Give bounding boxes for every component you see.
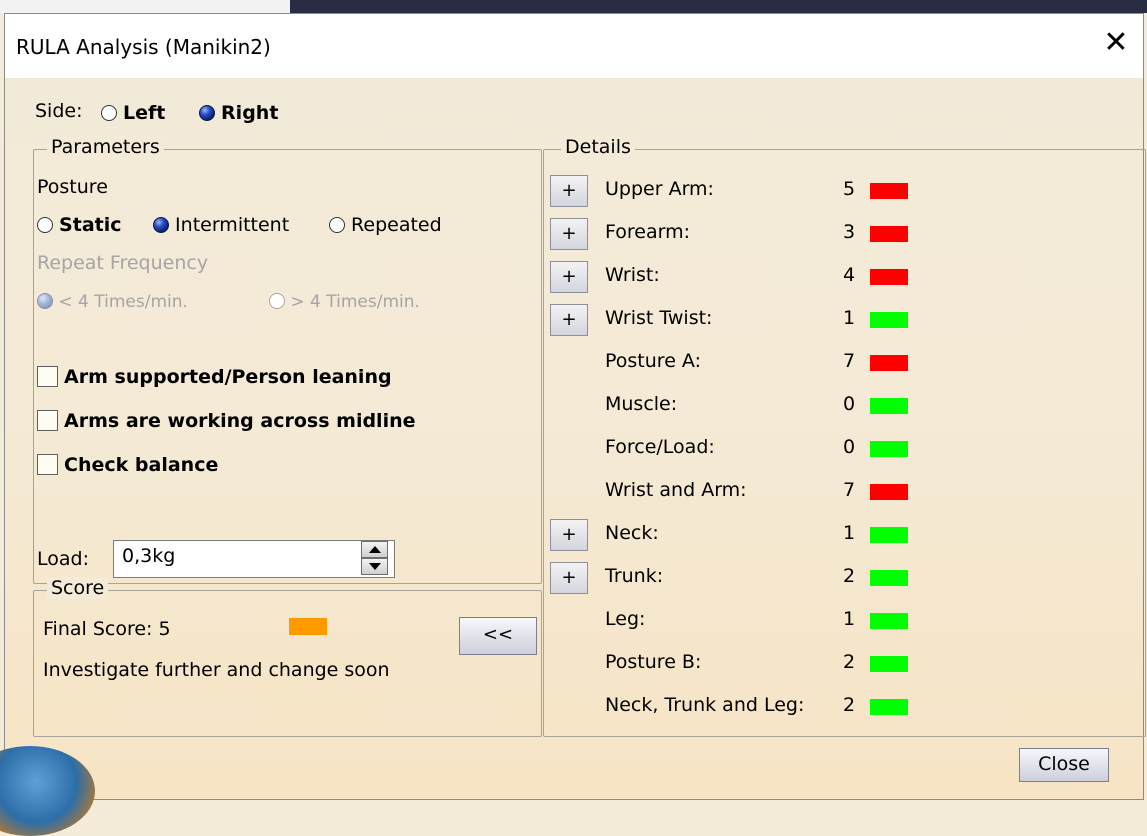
background-top-strip: [0, 0, 1147, 13]
posture-repeated-radio[interactable]: Repeated: [329, 214, 442, 236]
posture-label: Posture: [37, 176, 108, 198]
detail-label: Neck:: [605, 522, 659, 544]
check-balance-checkbox[interactable]: Check balance: [37, 454, 218, 476]
detail-score-swatch: [870, 484, 908, 500]
detail-label: Neck, Trunk and Leg:: [605, 694, 805, 716]
detail-value: 0: [843, 393, 856, 415]
posture-static-label: Static: [59, 214, 122, 236]
load-input[interactable]: 0,3kg: [113, 540, 395, 578]
repeat-less-label: < 4 Times/min.: [58, 292, 188, 312]
detail-score-swatch: [870, 269, 908, 285]
side-left-radio[interactable]: Left: [101, 102, 165, 124]
score-legend: Score: [47, 577, 109, 599]
detail-label: Wrist and Arm:: [605, 479, 747, 501]
checkbox-icon: [37, 366, 58, 387]
detail-label: Wrist:: [605, 264, 660, 286]
background-strip-light: [0, 0, 290, 13]
load-spinner[interactable]: [361, 541, 388, 576]
posture-static-radio[interactable]: Static: [37, 214, 122, 236]
posture-intermittent-radio[interactable]: Intermittent: [153, 214, 289, 236]
detail-value: 2: [843, 565, 856, 587]
detail-score-swatch: [870, 527, 908, 543]
radio-icon: [101, 105, 117, 121]
rula-dialog: RULA Analysis (Manikin2) ✕ Side: Left Ri…: [0, 13, 1146, 836]
midline-label: Arms are working across midline: [64, 410, 416, 432]
detail-score-swatch: [870, 398, 908, 414]
detail-value: 5: [843, 178, 856, 200]
expand-button[interactable]: +: [550, 519, 588, 551]
detail-score-swatch: [870, 656, 908, 672]
close-button[interactable]: Close: [1019, 748, 1109, 782]
detail-value: 2: [843, 694, 856, 716]
posture-repeated-label: Repeated: [351, 214, 442, 236]
score-message: Investigate further and change soon: [43, 659, 390, 681]
midline-checkbox[interactable]: Arms are working across midline: [37, 410, 416, 432]
expand-button[interactable]: +: [550, 304, 588, 336]
arm-supported-label: Arm supported/Person leaning: [64, 366, 392, 388]
close-icon[interactable]: ✕: [1101, 28, 1131, 58]
repeat-more-radio[interactable]: > 4 Times/min.: [269, 292, 420, 312]
radio-selected-icon: [153, 217, 169, 233]
radio-icon: [269, 293, 285, 309]
detail-label: Leg:: [605, 608, 646, 630]
detail-value: 4: [843, 264, 856, 286]
expand-button[interactable]: +: [550, 261, 588, 293]
checkbox-icon: [37, 410, 58, 431]
final-score-text: Final Score: 5: [43, 618, 171, 640]
expand-button[interactable]: +: [550, 175, 588, 207]
collapse-button[interactable]: <<: [459, 617, 537, 655]
radio-selected-icon: [199, 105, 215, 121]
dialog-title: RULA Analysis (Manikin2): [16, 35, 271, 59]
detail-value: 2: [843, 651, 856, 673]
arm-supported-checkbox[interactable]: Arm supported/Person leaning: [37, 366, 392, 388]
detail-score-swatch: [870, 183, 908, 199]
radio-icon: [329, 217, 345, 233]
detail-label: Force/Load:: [605, 436, 715, 458]
radio-selected-icon: [37, 293, 53, 309]
side-label: Side:: [35, 100, 83, 122]
detail-score-swatch: [870, 570, 908, 586]
spin-down-icon[interactable]: [361, 558, 388, 575]
repeat-frequency-label: Repeat Frequency: [37, 252, 209, 274]
detail-score-swatch: [870, 699, 908, 715]
detail-label: Wrist Twist:: [605, 307, 713, 329]
details-legend: Details: [561, 136, 635, 158]
load-label: Load:: [37, 548, 89, 570]
checkbox-icon: [37, 454, 58, 475]
catia-logo-fragment: [0, 746, 95, 836]
parameters-legend: Parameters: [47, 136, 164, 158]
title-bar: RULA Analysis (Manikin2) ✕: [5, 14, 1143, 78]
detail-label: Posture B:: [605, 651, 702, 673]
spin-up-icon[interactable]: [361, 541, 388, 558]
repeat-less-radio[interactable]: < 4 Times/min.: [37, 292, 188, 312]
detail-value: 7: [843, 350, 856, 372]
detail-label: Upper Arm:: [605, 178, 714, 200]
detail-value: 7: [843, 479, 856, 501]
detail-score-swatch: [870, 441, 908, 457]
detail-score-swatch: [870, 355, 908, 371]
side-right-label: Right: [221, 102, 279, 124]
side-left-label: Left: [123, 102, 166, 124]
detail-label: Trunk:: [605, 565, 664, 587]
radio-icon: [37, 217, 53, 233]
detail-value: 1: [843, 522, 856, 544]
side-right-radio[interactable]: Right: [199, 102, 278, 124]
detail-score-swatch: [870, 312, 908, 328]
detail-score-swatch: [870, 613, 908, 629]
detail-value: 3: [843, 221, 856, 243]
detail-label: Forearm:: [605, 221, 690, 243]
detail-value: 1: [843, 608, 856, 630]
detail-value: 0: [843, 436, 856, 458]
detail-score-swatch: [870, 226, 908, 242]
detail-label: Posture A:: [605, 350, 701, 372]
detail-value: 1: [843, 307, 856, 329]
posture-intermittent-label: Intermittent: [175, 214, 290, 236]
check-balance-label: Check balance: [64, 454, 219, 476]
expand-button[interactable]: +: [550, 562, 588, 594]
repeat-more-label: > 4 Times/min.: [290, 292, 420, 312]
detail-label: Muscle:: [605, 393, 678, 415]
final-score-swatch: [289, 618, 327, 635]
expand-button[interactable]: +: [550, 218, 588, 250]
